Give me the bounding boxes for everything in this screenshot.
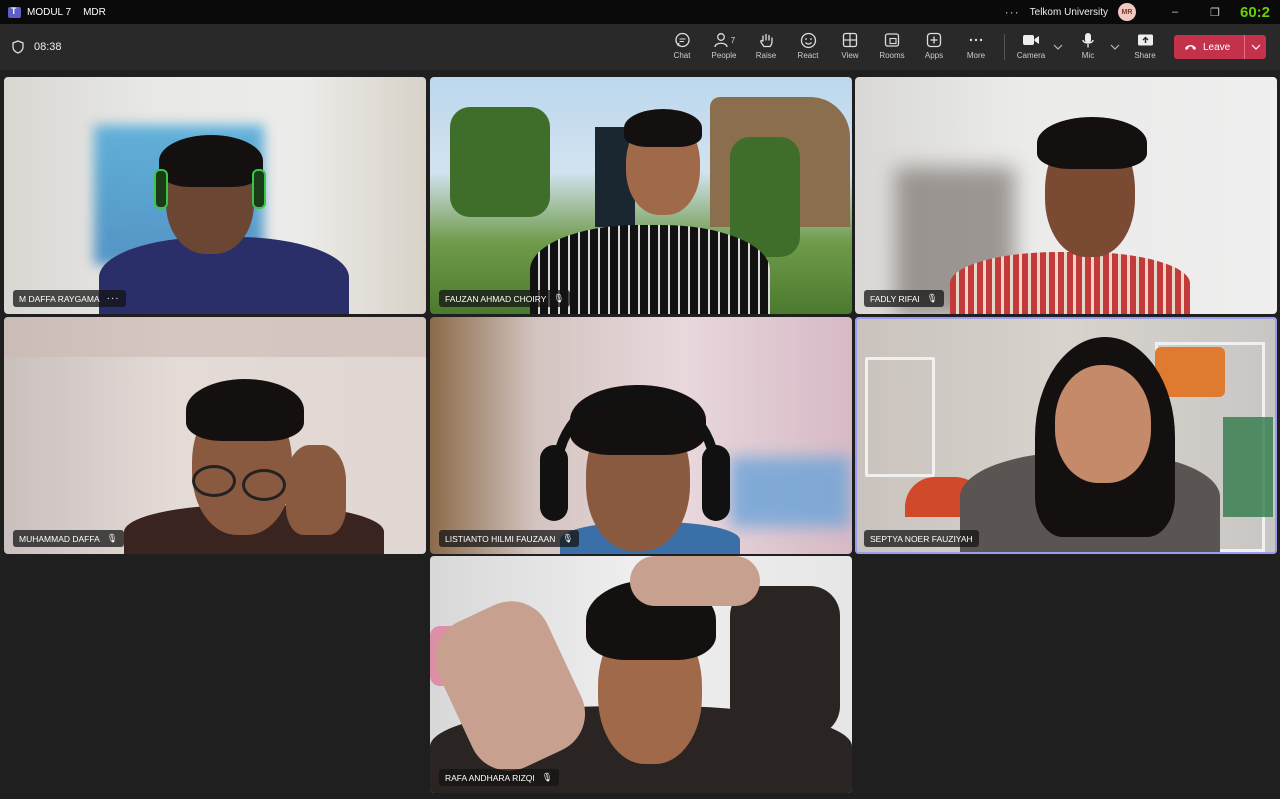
participant-name-tag: SEPTYA NOER FAUZIYAH [864, 530, 979, 547]
share-button[interactable]: Share [1125, 30, 1165, 66]
participant-name: M DAFFA RAYGAMA [19, 293, 100, 304]
countdown-timer: 60:2 [1240, 3, 1271, 21]
leave-options-chevron-icon[interactable] [1244, 35, 1266, 59]
apps-label: Apps [924, 51, 944, 60]
participant-name: RAFA ANDHARA RIZQI [445, 772, 535, 783]
org-name: Telkom University [1029, 6, 1108, 18]
mic-off-icon: 🎙︎ [106, 533, 118, 543]
chat-label: Chat [673, 51, 691, 60]
rooms-label: Rooms [879, 51, 905, 60]
raise-hand-button[interactable]: Raise [746, 30, 786, 66]
meeting-subtitle: MDR [83, 6, 106, 18]
participant-name-tag: RAFA ANDHARA RIZQI 🎙︎ [439, 769, 559, 786]
participant-name-tag: MUHAMMAD DAFFA 🎙︎ [13, 530, 124, 547]
minimize-button[interactable]: – [1160, 6, 1190, 18]
participant-name-tag: M DAFFA RAYGAMA ··· [13, 290, 126, 307]
more-button[interactable]: More [956, 30, 996, 66]
react-label: React [797, 51, 819, 60]
apps-icon [926, 32, 942, 48]
smile-icon [800, 32, 816, 48]
rooms-icon [884, 33, 900, 47]
people-icon [714, 32, 728, 47]
camera-icon [1023, 35, 1039, 45]
mic-label: Mic [1081, 51, 1095, 60]
grid-icon [842, 32, 858, 48]
chat-icon [674, 32, 690, 47]
share-icon [1137, 34, 1153, 45]
more-label: More [966, 51, 986, 60]
restore-button[interactable]: ❐ [1200, 6, 1230, 19]
video-tile[interactable]: FADLY RIFAI 🎙︎ [855, 77, 1277, 314]
apps-button[interactable]: Apps [914, 30, 954, 66]
video-tile[interactable]: RAFA ANDHARA RIZQI 🎙︎ [430, 556, 852, 793]
leave-label: Leave [1203, 41, 1231, 53]
people-label: People [711, 51, 737, 60]
view-label: View [841, 51, 859, 60]
title-bar: MODUL 7 MDR ··· Telkom University MR – ❐… [0, 0, 1280, 24]
participant-name: LISTIANTO HILMI FAUZAAN [445, 533, 556, 544]
mic-off-icon: 🎙︎ [562, 533, 574, 543]
elapsed-time: 08:38 [34, 41, 62, 53]
participant-more-icon[interactable]: ··· [107, 293, 120, 304]
participant-name: MUHAMMAD DAFFA [19, 533, 100, 544]
video-tile[interactable]: LISTIANTO HILMI FAUZAAN 🎙︎ [430, 317, 852, 554]
mic-options-chevron-icon[interactable] [1110, 40, 1120, 54]
phone-hangup-icon [1185, 45, 1196, 50]
mic-off-icon: 🎙︎ [926, 293, 938, 303]
participant-name-tag: LISTIANTO HILMI FAUZAAN 🎙︎ [439, 530, 580, 547]
participant-name-tag: FAUZAN AHMAD CHOIRY 🎙︎ [439, 290, 571, 307]
participant-name: FADLY RIFAI [870, 293, 920, 304]
rooms-button[interactable]: Rooms [872, 30, 912, 66]
participant-name: SEPTYA NOER FAUZIYAH [870, 533, 973, 544]
video-tile-active-speaker[interactable]: SEPTYA NOER FAUZIYAH [855, 317, 1277, 554]
people-button[interactable]: 7 People [704, 30, 744, 66]
react-button[interactable]: React [788, 30, 828, 66]
meeting-toolbar: 08:38 Chat 7 People Raise React View Roo… [0, 24, 1280, 70]
video-tile[interactable]: FAUZAN AHMAD CHOIRY 🎙︎ [430, 77, 852, 314]
meeting-title: MODUL 7 [27, 6, 72, 18]
avatar[interactable]: MR [1118, 3, 1136, 21]
toolbar-divider [1004, 34, 1005, 60]
hand-icon [759, 33, 773, 47]
title-more-button[interactable]: ··· [1005, 5, 1020, 19]
people-count: 7 [730, 35, 736, 45]
leave-button[interactable]: Leave [1174, 35, 1266, 59]
camera-button[interactable]: Camera [1011, 30, 1051, 66]
camera-options-chevron-icon[interactable] [1053, 40, 1063, 54]
mic-off-icon: 🎙︎ [553, 293, 565, 303]
participant-name: FAUZAN AHMAD CHOIRY [445, 293, 547, 304]
video-tile[interactable]: MUHAMMAD DAFFA 🎙︎ [4, 317, 426, 554]
teams-logo-icon [8, 6, 21, 18]
raise-label: Raise [755, 51, 777, 60]
mic-off-icon: 🎙︎ [541, 772, 553, 782]
camera-label: Camera [1016, 51, 1046, 60]
share-label: Share [1134, 51, 1156, 60]
shield-icon [12, 40, 24, 54]
participant-name-tag: FADLY RIFAI 🎙︎ [864, 290, 944, 307]
mic-button[interactable]: Mic [1068, 30, 1108, 66]
mic-icon [1082, 32, 1094, 47]
view-button[interactable]: View [830, 30, 870, 66]
ellipsis-icon [969, 38, 983, 42]
video-tile[interactable]: M DAFFA RAYGAMA ··· [4, 77, 426, 314]
chat-button[interactable]: Chat [662, 30, 702, 66]
